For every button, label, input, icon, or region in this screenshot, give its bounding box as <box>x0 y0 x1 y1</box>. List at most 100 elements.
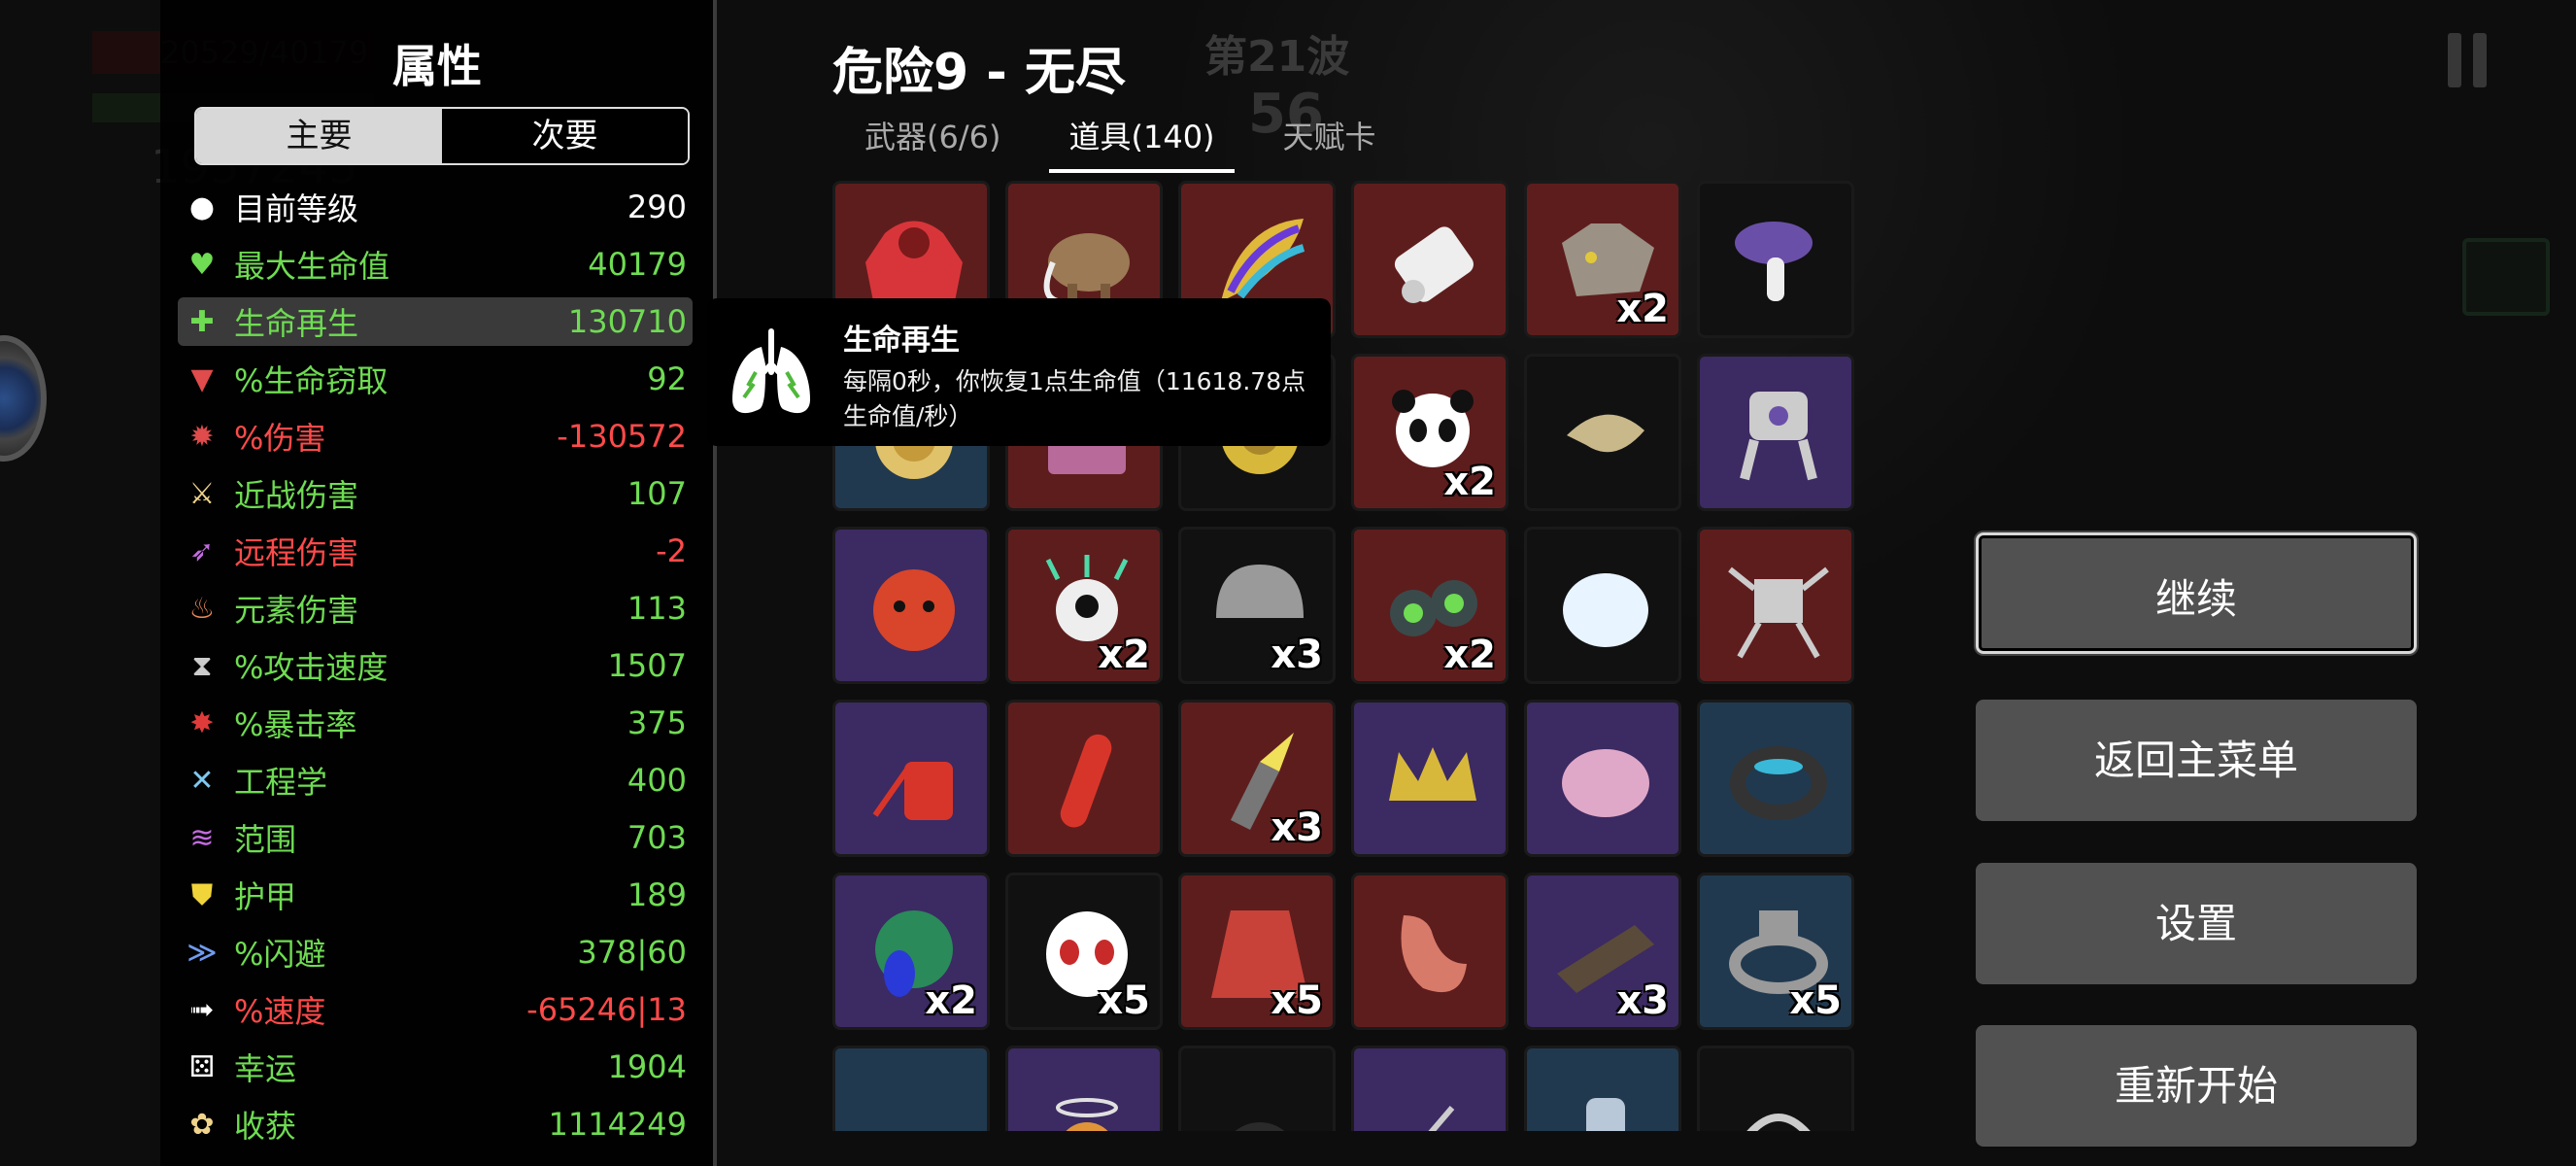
background-wave-label: 第21波 <box>1204 32 1350 82</box>
item-slot[interactable] <box>832 527 990 684</box>
mushroom-icon <box>1735 222 1813 301</box>
restart-button[interactable]: 重新开始 <box>1976 1025 2417 1147</box>
item-slot[interactable]: x2 <box>1005 527 1163 684</box>
item-slot[interactable] <box>1351 181 1508 338</box>
main-menu-button[interactable]: 返回主菜单 <box>1976 700 2417 821</box>
range-icon: ≋ <box>189 820 215 855</box>
stat-row[interactable]: ➶ 远程伤害 -2 <box>178 527 693 575</box>
item-count: x2 <box>1443 633 1496 677</box>
magic-wand-icon <box>1428 1106 1455 1131</box>
stat-value: 189 <box>627 876 687 913</box>
item-slot[interactable]: x2 <box>832 873 990 1030</box>
stat-value: -2 <box>656 532 687 569</box>
stat-row[interactable]: ▼ %生命窃取 92 <box>178 355 693 403</box>
item-slot[interactable] <box>1005 700 1163 857</box>
stat-name: %速度 <box>234 993 326 1030</box>
item-slot[interactable] <box>1697 700 1854 857</box>
stat-row[interactable]: ● 目前等级 290 <box>178 183 693 231</box>
item-slot[interactable] <box>1524 354 1681 511</box>
stat-row[interactable]: ✿ 收获 1114249 <box>178 1100 693 1149</box>
item-slot[interactable] <box>1697 181 1854 338</box>
stat-row[interactable]: ≋ 范围 703 <box>178 813 693 862</box>
continue-button[interactable]: 继续 <box>1976 532 2417 654</box>
item-slot[interactable] <box>1351 873 1508 1030</box>
stat-row[interactable]: ≫ %闪避 378|60 <box>178 928 693 977</box>
stat-name: %攻击速度 <box>234 649 389 686</box>
speed-icon: ➟ <box>189 992 215 1027</box>
tooltip-title: 生命再生 <box>843 324 960 358</box>
item-slot[interactable] <box>1178 1046 1336 1131</box>
tooltip-description: 每隔0秒，你恢复1点生命值（11618.78点生命值/秒） <box>843 367 1306 430</box>
test-tube-icon <box>1060 734 1112 828</box>
stat-name: 近战伤害 <box>234 477 359 514</box>
luck-icon: ⚄ <box>188 1049 216 1084</box>
tab-talent-cards[interactable]: 天赋卡 <box>1264 113 1396 173</box>
stat-row[interactable]: ⧗ %攻击速度 1507 <box>178 641 693 690</box>
item-slot[interactable]: x2 <box>1524 181 1681 338</box>
brain-icon <box>1562 749 1649 817</box>
item-slot[interactable] <box>832 700 990 857</box>
stat-name: %伤害 <box>234 420 326 457</box>
item-slot[interactable] <box>1697 1046 1854 1131</box>
bird-icon <box>856 1069 972 1131</box>
item-slot[interactable] <box>1005 1046 1163 1131</box>
stat-row[interactable]: ✚ 生命再生 130710 <box>178 297 693 346</box>
tab-items[interactable]: 道具(140) <box>1049 113 1235 173</box>
stat-row[interactable]: ♨ 元素伤害 113 <box>178 584 693 633</box>
item-slot[interactable] <box>1524 527 1681 684</box>
stat-name: 目前等级 <box>234 190 359 227</box>
stat-name: 最大生命值 <box>234 248 390 285</box>
item-slot[interactable] <box>1524 700 1681 857</box>
item-slot[interactable]: x3 <box>1524 873 1681 1030</box>
stat-row[interactable]: ✸ %暴击率 375 <box>178 699 693 747</box>
stat-row[interactable]: ✕ 工程学 400 <box>178 756 693 805</box>
stat-value: 92 <box>647 360 687 397</box>
item-slot[interactable] <box>1351 1046 1508 1131</box>
stomach-icon <box>1401 915 1467 993</box>
item-slot[interactable]: x2 <box>1351 527 1508 684</box>
stat-row[interactable]: ⚔ 近战伤害 107 <box>178 469 693 518</box>
item-count: x3 <box>1271 806 1323 850</box>
item-count: x5 <box>1789 978 1842 1023</box>
item-slot[interactable]: x5 <box>1178 873 1336 1030</box>
item-slot[interactable] <box>1524 1046 1681 1131</box>
potion-bottle-icon <box>1586 1098 1625 1131</box>
regen-icon: ✚ <box>189 304 215 339</box>
item-slot[interactable]: x3 <box>1178 700 1336 857</box>
stat-value: 130710 <box>567 303 687 340</box>
panel-divider <box>713 0 717 1166</box>
stat-value: 40179 <box>588 246 687 283</box>
elemental-icon: ♨ <box>188 591 216 626</box>
stat-row[interactable]: ✹ %伤害 -130572 <box>178 412 693 461</box>
stat-row[interactable]: ➟ %速度 -65246|13 <box>178 985 693 1034</box>
stat-row[interactable]: ⚄ 幸运 1904 <box>178 1043 693 1091</box>
scroll-icon <box>1394 226 1474 303</box>
stat-name: %暴击率 <box>234 706 357 743</box>
stat-value: -130572 <box>557 418 687 455</box>
stat-name: 远程伤害 <box>234 534 359 571</box>
stat-value: 113 <box>627 590 687 627</box>
item-slot[interactable]: x5 <box>1697 873 1854 1030</box>
item-slot[interactable]: x2 <box>1351 354 1508 511</box>
settings-button[interactable]: 设置 <box>1976 863 2417 984</box>
item-slot[interactable] <box>1697 354 1854 511</box>
item-slot[interactable]: x5 <box>1005 873 1163 1030</box>
item-slot[interactable] <box>1351 700 1508 857</box>
item-slot[interactable] <box>832 1046 990 1131</box>
stat-tooltip: 生命再生 每隔0秒，你恢复1点生命值（11618.78点生命值/秒） <box>707 298 1331 446</box>
item-slot[interactable]: x3 <box>1178 527 1336 684</box>
pause-icon[interactable] <box>2448 33 2487 87</box>
snowball-icon <box>1563 573 1648 647</box>
stat-row[interactable]: ♥ 最大生命值 40179 <box>178 240 693 289</box>
ring-icon <box>1730 746 1827 820</box>
stat-row[interactable]: ⛊ 护甲 189 <box>178 871 693 919</box>
stat-value: 400 <box>627 762 687 799</box>
item-slot[interactable] <box>1697 527 1854 684</box>
segment-secondary[interactable]: 次要 <box>442 109 688 163</box>
segment-primary[interactable]: 主要 <box>196 109 442 163</box>
stat-value: 703 <box>627 819 687 856</box>
stat-name: 工程学 <box>234 764 328 801</box>
stat-name: 收获 <box>234 1108 297 1145</box>
tab-weapons[interactable]: 武器(6/6) <box>845 113 1020 173</box>
stat-value: 375 <box>627 704 687 741</box>
